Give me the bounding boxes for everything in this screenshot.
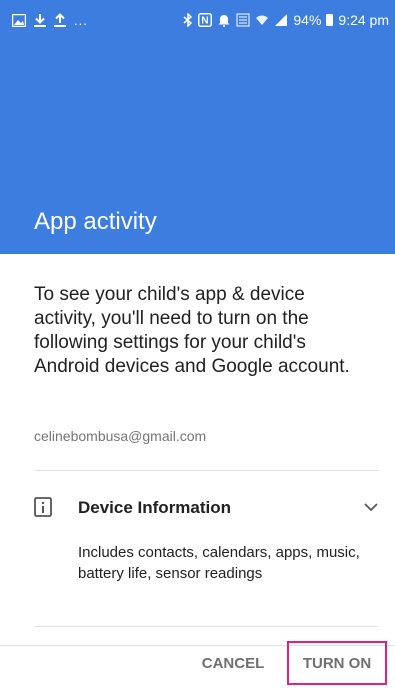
turn-on-button[interactable]: TURN ON (287, 641, 387, 685)
chevron-down-icon[interactable] (363, 500, 379, 514)
header: ... N 94% 9:24 pm App activity (0, 0, 395, 254)
battery-percent: 94% (293, 12, 322, 28)
download-icon (34, 13, 46, 27)
wifi-icon (255, 14, 269, 26)
gallery-icon (12, 13, 26, 27)
device-info-icon (34, 497, 52, 517)
device-information-description: Includes contacts, calendars, apps, musi… (78, 544, 360, 582)
upload-icon (54, 13, 66, 27)
battery-icon (326, 14, 334, 26)
status-left: ... (12, 10, 88, 30)
volte-icon (236, 13, 250, 27)
device-information-label: Device Information (78, 498, 232, 517)
status-bar: ... N 94% 9:24 pm (0, 0, 395, 44)
signal-icon (274, 14, 288, 26)
notification-icon (217, 13, 231, 27)
divider (34, 470, 379, 471)
nfc-icon: N (198, 13, 213, 27)
divider (34, 626, 379, 627)
device-information-row[interactable]: Device Information (34, 492, 379, 522)
page-title: App activity (34, 208, 157, 235)
clock: 9:24 pm (338, 12, 389, 28)
bluetooth-icon (183, 13, 193, 27)
status-right: N 94% 9:24 pm (183, 10, 389, 30)
account-email: celinebombusa@gmail.com (34, 428, 207, 444)
intro-text: To see your child's app & device activit… (34, 284, 350, 377)
more-notifications: ... (74, 12, 88, 28)
svg-text:N: N (202, 16, 209, 27)
cancel-button[interactable]: CANCEL (190, 641, 276, 685)
